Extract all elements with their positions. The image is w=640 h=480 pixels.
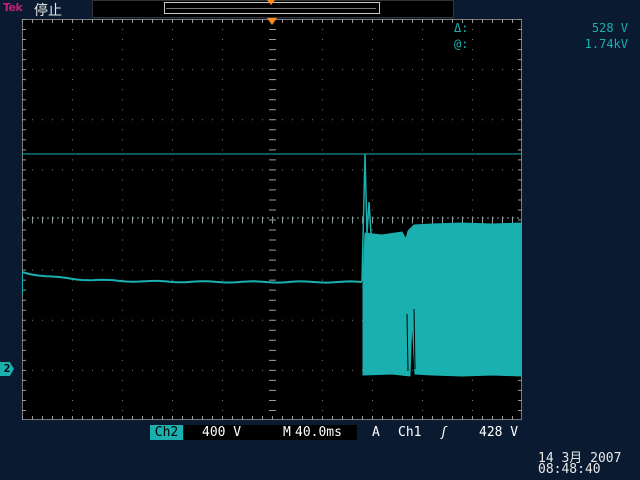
delta-value: 528 V [591,21,628,35]
trigger-position-marker[interactable] [267,18,277,25]
acquisition-status: 停止 [34,3,62,19]
record-line [166,8,376,9]
at-value: 1.74kV [584,37,628,51]
at-symbol: @: [454,37,469,51]
channel-scale: 400 V [184,425,298,440]
waveform-envelope [362,222,522,377]
graticule [22,19,522,420]
brand-logo: Tek [3,1,23,14]
cursor-at-readout: @: 1.74kV [454,37,628,51]
delta-symbol: Δ: [454,21,469,35]
timebase-value: 40.0ms [295,425,357,440]
trigger-slope-icon: ʃ [440,425,448,440]
trigger-source: Ch1 [398,425,422,440]
waveform-display[interactable] [22,19,522,420]
top-status-bar: Tek 停止 [0,0,640,19]
time-readout: 08:48:40 [538,462,601,477]
timebase-prefix: M [283,425,291,440]
record-trigger-marker [267,0,275,5]
trigger-mode: A [372,425,380,440]
cursor-delta-readout: Δ: 528 V [454,21,628,35]
bottom-settings-bar: Ch2 400 V M 40.0ms A Ch1 ʃ 428 V [0,424,640,442]
waveform-trace-baseline [22,270,363,294]
channel-2-label[interactable]: Ch2 [150,425,183,440]
channel-2-ground-marker[interactable]: 2 [0,362,14,376]
trigger-level: 428 V [479,425,519,440]
